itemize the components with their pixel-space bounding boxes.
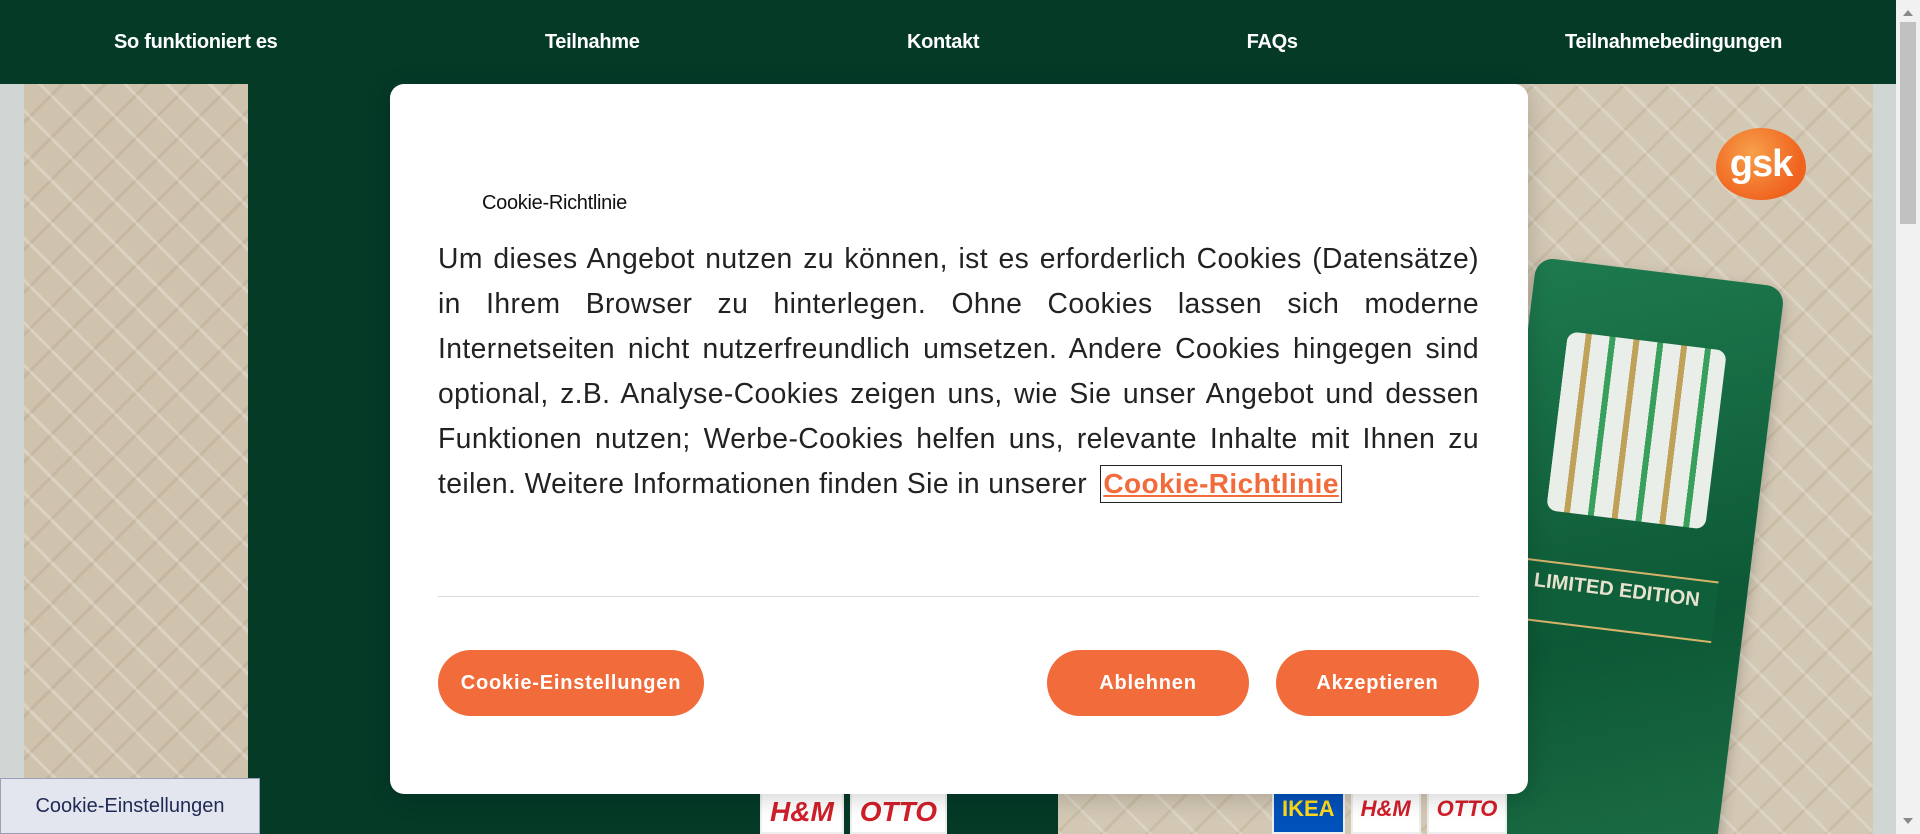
nav-link-teilnahme[interactable]: Teilnahme [545,31,640,54]
scroll-down-arrow-icon[interactable] [1903,818,1913,824]
nav-link-teilnahmebedingungen[interactable]: Teilnahmebedingungen [1565,31,1782,54]
top-navigation: So funktioniert es Teilnahme Kontakt FAQ… [0,0,1896,84]
cookie-policy-link[interactable]: Cookie-Richtlinie [1100,465,1342,503]
scroll-up-arrow-icon[interactable] [1903,10,1913,16]
reject-button[interactable]: Ablehnen [1047,650,1249,716]
cookie-consent-dialog: Cookie-Richtlinie Um dieses Angebot nutz… [390,84,1528,794]
cookie-dialog-text: Um dieses Angebot nutzen zu können, ist … [438,236,1479,506]
nav-link-so-funktioniert-es[interactable]: So funktioniert es [114,31,278,54]
cookie-dialog-body: Um dieses Angebot nutzen zu können, ist … [438,242,1479,499]
cookie-dialog-title: Cookie-Richtlinie [482,192,627,214]
dialog-divider [438,596,1479,597]
cookie-settings-tab[interactable]: Cookie-Einstellungen [0,778,260,834]
scrollbar-thumb[interactable] [1900,22,1916,224]
page-scrollbar[interactable] [1896,0,1920,834]
nav-link-faqs[interactable]: FAQs [1247,31,1298,54]
accept-button[interactable]: Akzeptieren [1276,650,1479,716]
cookie-settings-button[interactable]: Cookie-Einstellungen [438,650,704,716]
nav-link-kontakt[interactable]: Kontakt [907,31,980,54]
